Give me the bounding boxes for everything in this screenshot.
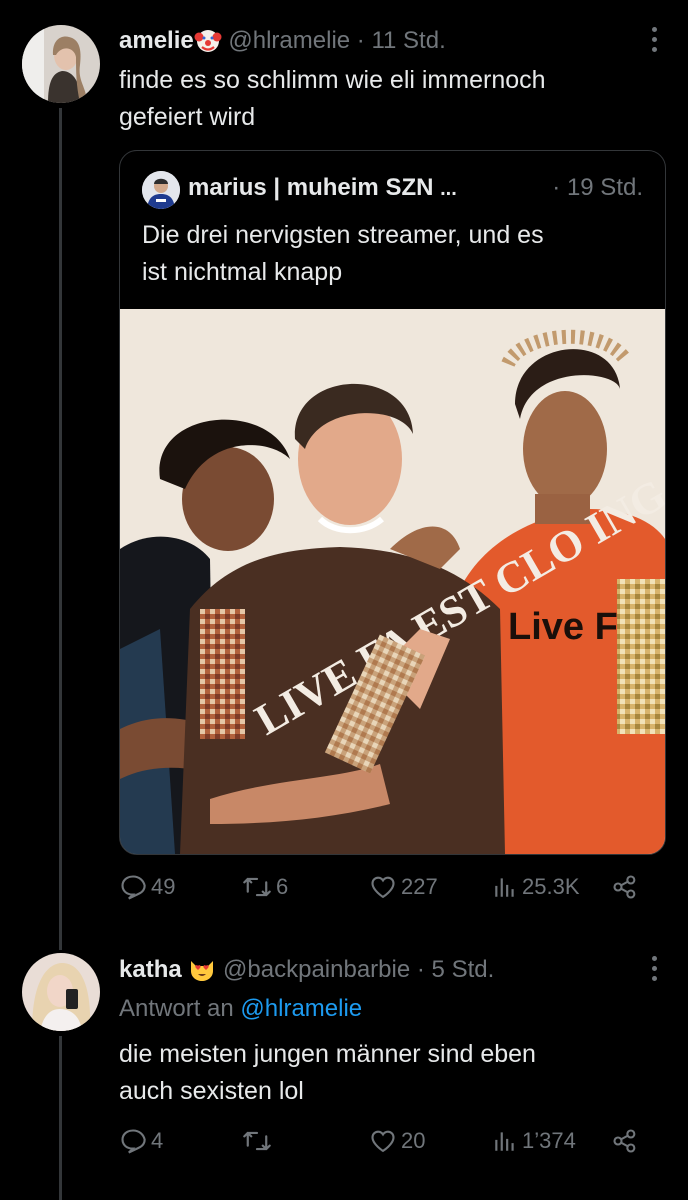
share-button[interactable] [611,1127,639,1155]
more-options-icon[interactable] [652,27,658,57]
quoted-text-line: Die drei nervigsten streamer, und es [142,221,544,249]
view-count: 1’374 [522,1128,576,1153]
share-icon [613,1129,636,1153]
tweet-header: amelie @hlramelie · 11 Std. [119,26,446,57]
retweet-count: 6 [276,874,289,899]
author-name[interactable]: katha [119,956,182,983]
separator-dot: · [416,955,425,983]
retweet-icon [243,877,271,897]
tweet-timestamp[interactable]: 11 Std. [371,27,445,54]
tweet-text-line: auch sexisten lol [119,1077,304,1105]
tweet-actions: 49 6 227 25.3K [119,873,659,913]
retweet-button[interactable] [242,1127,276,1155]
like-count: 227 [401,874,438,899]
name-truncation: ... [440,178,457,200]
like-count: 20 [401,1128,426,1153]
share-button[interactable] [611,873,639,901]
quoted-author-name[interactable]: marius | muheim SZN [188,174,433,201]
like-button[interactable]: 20 [369,1127,425,1155]
tweet-header: katha @backpainbarbie · 5 Std. [119,955,494,986]
avatar-amelie[interactable] [22,25,100,103]
quoted-header: marius | muheim SZN ... [188,174,457,202]
quoted-text: Die drei nervigsten streamer, und es ist… [142,217,642,291]
more-options-icon[interactable] [652,956,658,986]
tweet-katha[interactable]: katha @backpainbarbie · 5 Std. Antwort a… [0,950,688,1200]
author-handle[interactable]: @hlramelie [228,27,350,54]
quoted-tweet[interactable]: marius | muheim SZN ... · 19 Std. Die dr… [119,150,666,855]
quoted-photo[interactable]: Live F LIVE FA EST CLO ING [120,309,665,854]
thread-line [59,1036,62,1200]
quoted-timestamp[interactable]: · 19 Std. [552,174,643,202]
heart-icon [371,1130,395,1153]
tweet-text-line: gefeiert wird [119,103,256,131]
reply-icon [121,875,146,900]
thread-line [59,108,62,950]
reply-count: 4 [151,1128,164,1153]
like-button[interactable]: 227 [369,873,438,901]
tweet-actions: 4 20 1’374 [119,1127,659,1167]
tweet-timestamp[interactable]: 5 Std. [432,956,495,983]
smiling-cat-heart-eyes-emoji-icon [188,955,216,986]
reply-icon [121,1129,146,1154]
avatar-katha[interactable] [22,953,100,1031]
reply-to-mention[interactable]: @hlramelie [240,995,362,1022]
tweet-text-line: finde es so schlimm wie eli immernoch [119,66,546,94]
views-button[interactable]: 1’374 [492,1127,576,1155]
heart-icon [371,876,395,899]
reply-button[interactable]: 4 [119,1127,163,1155]
views-button[interactable]: 25.3K [492,873,580,901]
tweet-text: die meisten jungen männer sind eben auch… [119,1036,659,1110]
share-icon [613,875,636,899]
reply-context: Antwort an @hlramelie [119,995,362,1023]
analytics-icon [495,878,514,897]
shirt-text-orange: Live F [508,606,618,648]
separator-dot: · [356,26,365,54]
reply-prefix: Antwort an [119,995,234,1022]
avatar-marius[interactable] [142,171,180,209]
tweet-text: finde es so schlimm wie eli immernoch ge… [119,62,659,136]
analytics-icon [495,1132,514,1151]
reply-count: 49 [151,874,176,899]
author-name[interactable]: amelie [119,27,194,54]
view-count: 25.3K [522,874,580,899]
quoted-text-line: ist nichtmal knapp [142,258,343,286]
tweet-text-line: die meisten jungen männer sind eben [119,1040,536,1068]
tweet-amelie[interactable]: amelie @hlramelie · 11 Std. finde es so … [0,0,688,950]
retweet-icon [243,1131,271,1151]
clown-face-emoji-icon [194,26,222,57]
author-handle[interactable]: @backpainbarbie [223,956,410,983]
reply-button[interactable]: 49 [119,873,175,901]
retweet-button[interactable]: 6 [242,873,288,901]
